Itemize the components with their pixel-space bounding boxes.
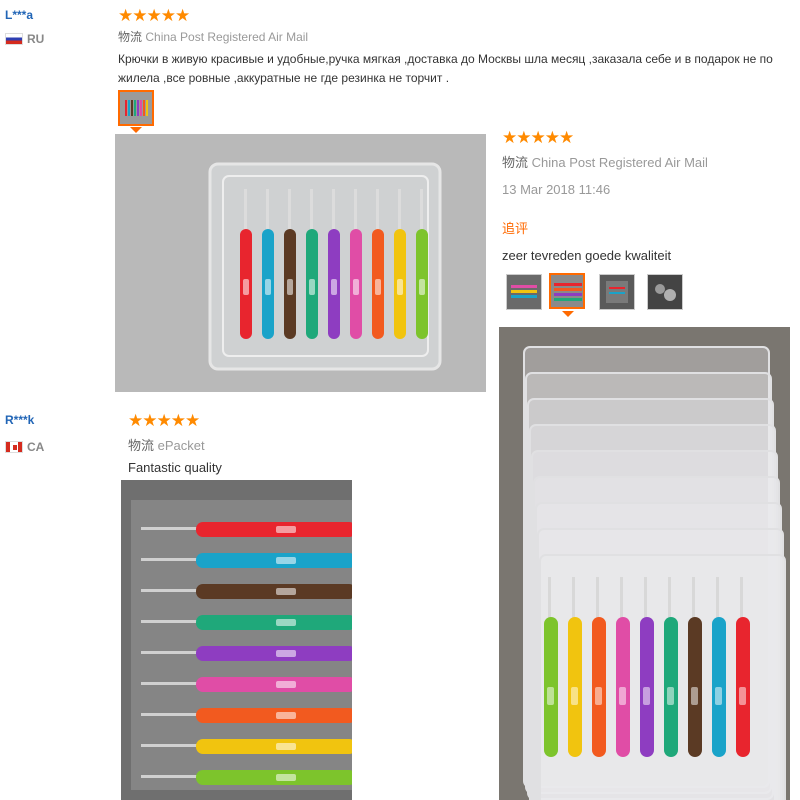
hook-grip-mark — [287, 279, 293, 295]
hook-handle — [196, 615, 352, 630]
hook-grip-mark — [619, 687, 626, 705]
review-date: 13 Mar 2018 11:46 — [502, 182, 611, 197]
logistics-label: 物流 — [502, 155, 529, 170]
review-photo-large[interactable] — [115, 134, 486, 392]
hook-handle — [196, 708, 352, 723]
russia-flag-icon — [5, 33, 23, 45]
logistics-info: 物流 ePacket — [128, 435, 205, 454]
hook-grip-mark — [265, 279, 271, 295]
hook-grip-mark — [739, 687, 746, 705]
hook-pack-thumbnail-icon — [648, 275, 682, 309]
reviewer-name[interactable]: R***k — [5, 413, 34, 427]
hook-grip-mark — [276, 650, 296, 657]
thumbnail-pointer — [562, 311, 574, 317]
review-photo-thumbnail[interactable] — [118, 90, 154, 126]
hook-grip-mark — [309, 279, 315, 295]
hook-grip-mark — [243, 279, 249, 295]
logistics-method: ePacket — [157, 438, 205, 453]
logistics-method: China Post Registered Air Mail — [145, 30, 309, 44]
review-photo-large[interactable] — [499, 327, 790, 800]
logistics-info: 物流 China Post Registered Air Mail — [502, 152, 708, 171]
logistics-label: 物流 — [128, 438, 155, 453]
hook-grip-mark — [571, 687, 578, 705]
canada-flag-icon — [5, 441, 23, 453]
hook-set-thumbnail-icon — [120, 92, 152, 124]
hook-handle — [196, 522, 352, 537]
hook-grip-mark — [397, 279, 403, 295]
hook-grip-mark — [715, 687, 722, 705]
hook-grip-mark — [331, 279, 337, 295]
logistics-info: 物流 China Post Registered Air Mail — [118, 28, 308, 45]
hook-handle — [196, 646, 352, 661]
reviewer-country: RU — [5, 32, 44, 46]
review-3: R***k CA ★★★★★ 物流 ePacket Fantastic qual… — [0, 405, 490, 800]
hook-grip-mark — [547, 687, 554, 705]
review-photo-thumbnail[interactable] — [647, 274, 683, 310]
hook-grip-mark — [643, 687, 650, 705]
hook-grip-mark — [276, 526, 296, 533]
hook-pack-thumbnail-icon — [507, 275, 541, 309]
hook-handle — [196, 677, 352, 692]
logistics-method: China Post Registered Air Mail — [531, 155, 708, 170]
hook-grip-mark — [276, 588, 296, 595]
hook-handle — [196, 584, 352, 599]
hook-grip-mark — [276, 774, 296, 781]
hook-handle — [196, 770, 352, 785]
hook-grip-mark — [667, 687, 674, 705]
review-text: zeer tevreden goede kwaliteit — [502, 248, 672, 263]
hook-grip-mark — [276, 712, 296, 719]
hook-grip-mark — [353, 279, 359, 295]
hook-pack-thumbnail-icon — [600, 275, 634, 309]
hook-grip-mark — [276, 681, 296, 688]
hook-grip-mark — [595, 687, 602, 705]
review-photo-large[interactable] — [121, 480, 352, 800]
star-rating: ★★★★★ — [128, 411, 200, 430]
review-photo-thumbnail[interactable] — [506, 274, 542, 310]
thumbnail-pointer — [130, 127, 142, 133]
review-text: Fantastic quality — [128, 460, 222, 475]
reviewer-country: CA — [5, 440, 44, 454]
review-text: Крючки в живую красивые и удобные,ручка … — [118, 52, 773, 85]
hooks-closeup-photo — [121, 480, 352, 800]
hook-handle — [196, 739, 352, 754]
logistics-label: 物流 — [118, 30, 143, 44]
hook-grip-mark — [691, 687, 698, 705]
hook-grip-mark — [276, 557, 296, 564]
review-followup: ★★★★★ 物流 China Post Registered Air Mail … — [490, 125, 800, 800]
star-rating: ★★★★★ — [118, 6, 190, 25]
stacked-hook-packs-photo — [499, 327, 790, 800]
hook-grip-mark — [276, 743, 296, 750]
country-code: CA — [27, 440, 45, 454]
reviewer-name[interactable]: L***a — [5, 8, 33, 22]
review-photo-thumbnail-selected[interactable] — [549, 273, 585, 309]
country-code: RU — [27, 32, 45, 46]
hook-grip-mark — [419, 279, 425, 295]
hook-handle — [196, 553, 352, 568]
star-rating: ★★★★★ — [502, 128, 574, 147]
hook-pack-thumbnail-icon — [551, 275, 583, 307]
hook-grip-mark — [375, 279, 381, 295]
hook-grip-mark — [276, 619, 296, 626]
followup-label: 追评 — [502, 221, 529, 236]
crochet-hook-set-photo — [115, 134, 486, 392]
review-photo-thumbnail[interactable] — [599, 274, 635, 310]
